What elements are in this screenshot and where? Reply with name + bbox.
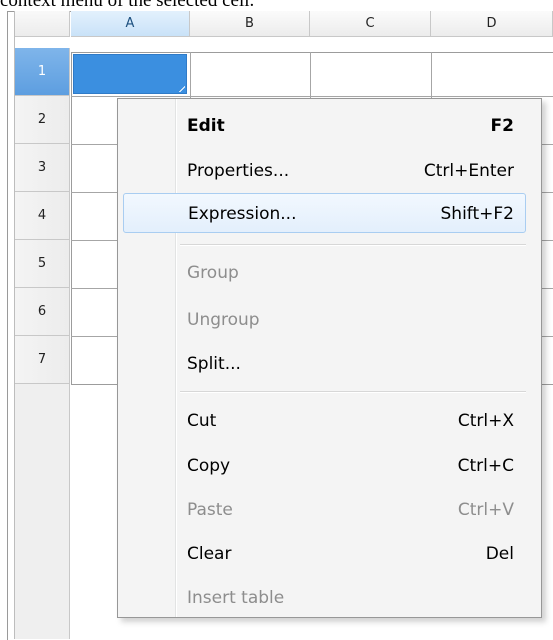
row-header-2[interactable]: 2 (15, 96, 70, 144)
menu-item-label: Paste (187, 500, 233, 520)
selected-cell-a1[interactable] (73, 54, 187, 94)
select-all-corner[interactable] (15, 11, 70, 37)
menu-item-label: Insert table (187, 588, 285, 608)
row-header-4[interactable]: 4 (15, 192, 70, 240)
menu-item-label: Edit (187, 116, 225, 136)
resize-grip-icon[interactable] (178, 85, 185, 92)
row-header-5[interactable]: 5 (15, 240, 70, 288)
column-header-d[interactable]: D (431, 11, 553, 37)
menu-item-shortcut: Ctrl+X (457, 411, 514, 431)
menu-separator (180, 391, 526, 393)
row-header-filler (15, 384, 70, 639)
menu-item-shortcut: Shift+F2 (440, 204, 514, 224)
row-header-7[interactable]: 7 (15, 336, 70, 384)
menu-item-label: Group (187, 263, 239, 283)
menu-item-shortcut: Ctrl+V (457, 500, 514, 520)
menu-item-cut[interactable]: Cut Ctrl+X (120, 401, 526, 441)
row-header-6[interactable]: 6 (15, 288, 70, 336)
menu-item-label: Expression... (188, 204, 297, 224)
menu-item-shortcut: F2 (490, 116, 514, 136)
menu-item-ungroup[interactable]: Ungroup (120, 300, 526, 340)
menu-item-label: Split... (187, 354, 241, 374)
menu-item-shortcut: Del (485, 544, 514, 564)
column-header-c[interactable]: C (310, 11, 431, 37)
menu-separator (180, 244, 526, 246)
menu-item-edit[interactable]: Edit F2 (120, 106, 526, 146)
menu-item-group[interactable]: Group (120, 253, 526, 293)
menu-item-label: Properties... (187, 161, 290, 181)
menu-item-label: Copy (187, 456, 231, 476)
menu-item-insert-table[interactable]: Insert table (120, 578, 526, 618)
column-header-b[interactable]: B (190, 11, 310, 37)
menu-item-paste[interactable]: Paste Ctrl+V (120, 490, 526, 530)
menu-item-split[interactable]: Split... (120, 344, 526, 384)
menu-item-shortcut: Ctrl+C (457, 456, 514, 476)
menu-item-copy[interactable]: Copy Ctrl+C (120, 446, 526, 486)
row-header-3[interactable]: 3 (15, 144, 70, 192)
column-header-a[interactable]: A (71, 11, 190, 37)
menu-item-expression[interactable]: Expression... Shift+F2 (123, 193, 526, 233)
menu-item-label: Ungroup (187, 310, 260, 330)
menu-item-label: Clear (187, 544, 232, 564)
menu-item-shortcut: Ctrl+Enter (423, 161, 514, 181)
menu-item-properties[interactable]: Properties... Ctrl+Enter (120, 151, 526, 191)
row-header-1[interactable]: 1 (15, 48, 70, 96)
menu-item-label: Cut (187, 411, 217, 431)
grid-line (71, 96, 553, 97)
caption-text: context menu of the selected cell. (0, 0, 255, 11)
menu-item-clear[interactable]: Clear Del (120, 534, 526, 574)
